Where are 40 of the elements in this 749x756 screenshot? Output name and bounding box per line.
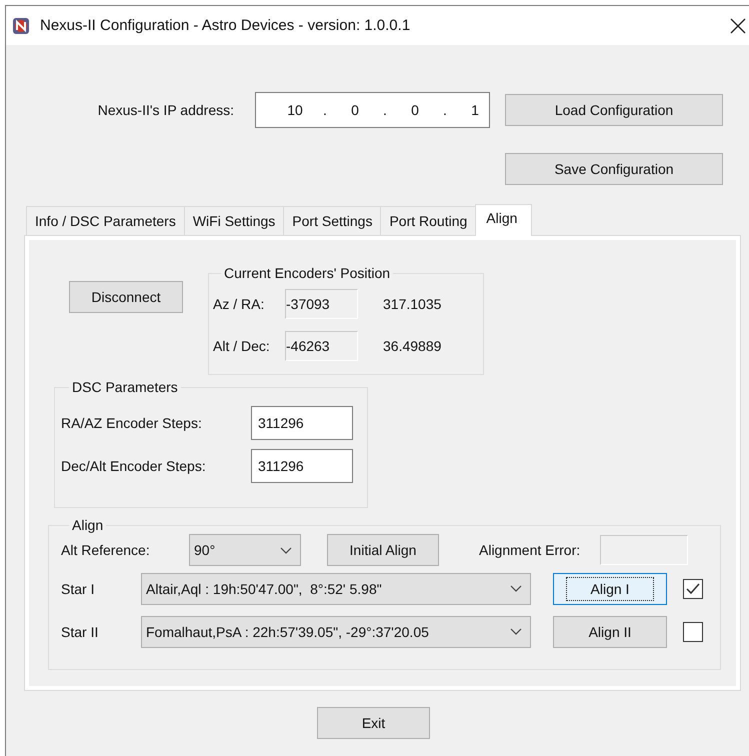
tab[interactable]: Align (475, 204, 532, 236)
app-icon (12, 16, 30, 34)
group-title: Align (71, 517, 104, 533)
star-label: Star II (61, 624, 100, 640)
chevron-down-icon (510, 585, 522, 592)
disconnect-button[interactable]: Disconnect (69, 281, 183, 313)
encoder-steps-field[interactable]: 311296 (251, 448, 353, 482)
load-configuration-button[interactable]: Load Configuration (505, 94, 723, 126)
ip-address-label: Nexus-II's IP address: (96, 102, 234, 118)
initial-align-button[interactable]: Initial Align (327, 534, 439, 566)
encoder-steps-field: -46263 (285, 331, 358, 361)
axis-label: Alt / Dec: (213, 338, 271, 354)
tab[interactable]: Info / DSC Parameters (26, 206, 185, 235)
align-star-button[interactable]: Align I (553, 572, 667, 604)
star-label: Star I (61, 580, 96, 596)
degrees-value: 317.1035 (383, 296, 442, 312)
encoder-steps-label: RA/AZ Encoder Steps: (61, 414, 203, 430)
save-configuration-button[interactable]: Save Configuration (505, 153, 723, 185)
encoder-steps-field: -37093 (285, 289, 358, 319)
group-title: DSC Parameters (71, 379, 179, 395)
ip-address-field[interactable]: 10 . 0 . 0 . 1 (255, 92, 490, 128)
chevron-down-icon (280, 546, 292, 554)
star-dropdown[interactable]: Fomalhaut,PsA : 22h:57'39.05", -29°:37'20.05 (141, 616, 531, 648)
degrees-value: 36.49889 (383, 338, 442, 354)
alt-reference-dropdown[interactable]: 90° (189, 534, 301, 566)
chevron-down-icon (510, 628, 522, 635)
checkbox[interactable] (683, 622, 703, 642)
alignment-error-label: Alignment Error: (479, 542, 580, 558)
encoder-steps-field[interactable]: 311296 (251, 406, 353, 440)
window-title: Nexus-II Configuration - Astro Devices - version: 1.0.0.1 (40, 17, 412, 34)
exit-button[interactable]: Exit (317, 707, 430, 739)
group-title: Current Encoders' Position (223, 265, 392, 281)
encoder-steps-label: Dec/Alt Encoder Steps: (61, 458, 207, 474)
axis-label: Az / RA: (213, 296, 266, 312)
close-icon[interactable] (730, 18, 746, 34)
checkbox[interactable] (683, 578, 703, 598)
alt-reference-label: Alt Reference: (61, 542, 151, 558)
checkmark-icon (685, 582, 701, 596)
star-dropdown[interactable]: Altair,Aql : 19h:50'47.00", 8°:52' 5.98" (141, 572, 531, 604)
align-star-button[interactable]: Align II (553, 616, 667, 648)
